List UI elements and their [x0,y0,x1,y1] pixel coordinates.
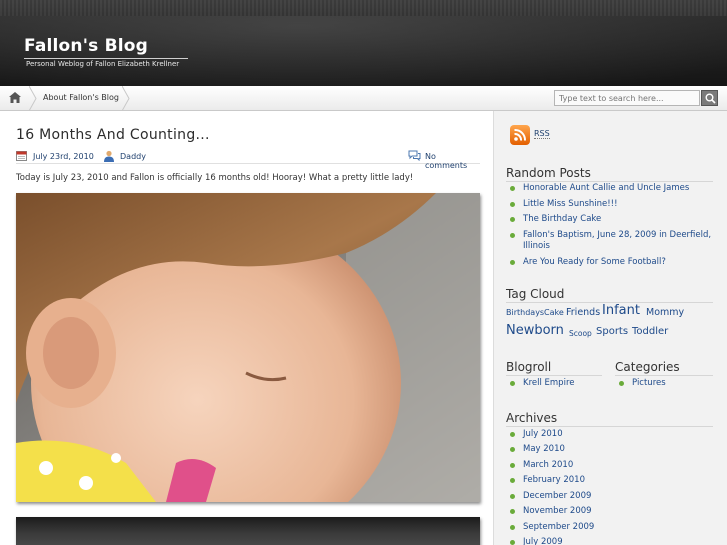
author-icon [104,150,114,162]
title-underline [24,58,188,59]
tag-link[interactable]: Sports [596,326,628,337]
archive-link[interactable]: September 2009 [523,522,594,532]
random-post-link[interactable]: Little Miss Sunshine!!! [523,199,618,209]
archives-title: Archives [506,411,558,425]
list-bullet [510,432,515,437]
post-photo[interactable] [16,193,480,502]
widget-divider [506,181,713,182]
list-bullet [619,381,624,386]
random-post-link-continued[interactable]: Illinois [523,241,550,251]
list-bullet [510,186,515,191]
post-photo-second[interactable] [16,517,480,545]
home-icon [9,92,21,103]
tag-link[interactable]: Infant [602,303,640,318]
post-title[interactable]: 16 Months And Counting... [16,127,210,143]
rss-icon[interactable] [510,125,530,145]
list-bullet [510,540,515,545]
blogroll-link[interactable]: Krell Empire [523,378,574,388]
search-icon [705,93,716,104]
tag-link[interactable]: Mommy [646,307,684,318]
search-input[interactable] [554,90,700,106]
list-bullet [510,525,515,530]
comments-icon [408,150,421,161]
toddler-photo [16,193,480,502]
random-post-link[interactable]: Fallon's Baptism, June 28, 2009 in Deerf… [523,230,711,240]
random-post-link[interactable]: Honorable Aunt Callie and Uncle James [523,183,689,193]
archive-link[interactable]: February 2010 [523,475,585,485]
comments-link[interactable]: No comments [425,152,480,170]
header-texture-strip [0,0,727,16]
blogroll-title: Blogroll [506,360,552,374]
list-bullet [510,463,515,468]
post-body: Today is July 23, 2010 and Fallon is off… [16,173,414,183]
widget-divider [615,375,713,376]
random-posts-title: Random Posts [506,166,591,180]
list-bullet [510,381,515,386]
tag-link[interactable]: Cake [544,308,564,317]
archive-link[interactable]: December 2009 [523,491,591,501]
post-author-link[interactable]: Daddy [120,152,146,161]
list-bullet [510,217,515,222]
list-bullet [510,260,515,265]
rss-feed-icon [514,129,526,141]
post-meta: July 23rd, 2010 Daddy No comments [16,148,480,170]
archive-link[interactable]: November 2009 [523,506,592,516]
categories-title: Categories [615,360,680,374]
nav-about-link[interactable]: About Fallon's Blog [43,93,119,102]
widget-divider [506,375,602,376]
rss-link[interactable]: RSS [534,129,550,139]
post-date: July 23rd, 2010 [33,152,94,161]
tag-link[interactable]: Birthdays [506,308,544,317]
archive-link[interactable]: March 2010 [523,460,573,470]
random-post-link[interactable]: The Birthday Cake [523,214,601,224]
archive-link[interactable]: July 2010 [523,429,563,439]
tag-link[interactable]: Scoop [569,329,592,338]
site-description: Personal Weblog of Fallon Elizabeth Krel… [26,60,180,68]
nav-separator [122,86,130,111]
list-bullet [510,494,515,499]
list-bullet [510,447,515,452]
list-bullet [510,202,515,207]
archive-link[interactable]: July 2009 [523,537,563,545]
tag-link[interactable]: Friends [566,307,600,318]
tag-cloud-title: Tag Cloud [506,287,565,301]
home-button[interactable] [0,86,31,111]
archive-link[interactable]: May 2010 [523,444,565,454]
tag-link[interactable]: Toddler [632,326,668,337]
calendar-icon [16,151,27,161]
site-title[interactable]: Fallon's Blog [24,36,148,56]
nav-separator [29,86,37,111]
category-link[interactable]: Pictures [632,378,666,388]
tag-link[interactable]: Newborn [506,323,564,338]
search-button[interactable] [701,90,718,106]
widget-divider [506,426,713,427]
list-bullet [510,233,515,238]
random-post-link[interactable]: Are You Ready for Some Football? [523,257,666,267]
list-bullet [510,478,515,483]
list-bullet [510,509,515,514]
